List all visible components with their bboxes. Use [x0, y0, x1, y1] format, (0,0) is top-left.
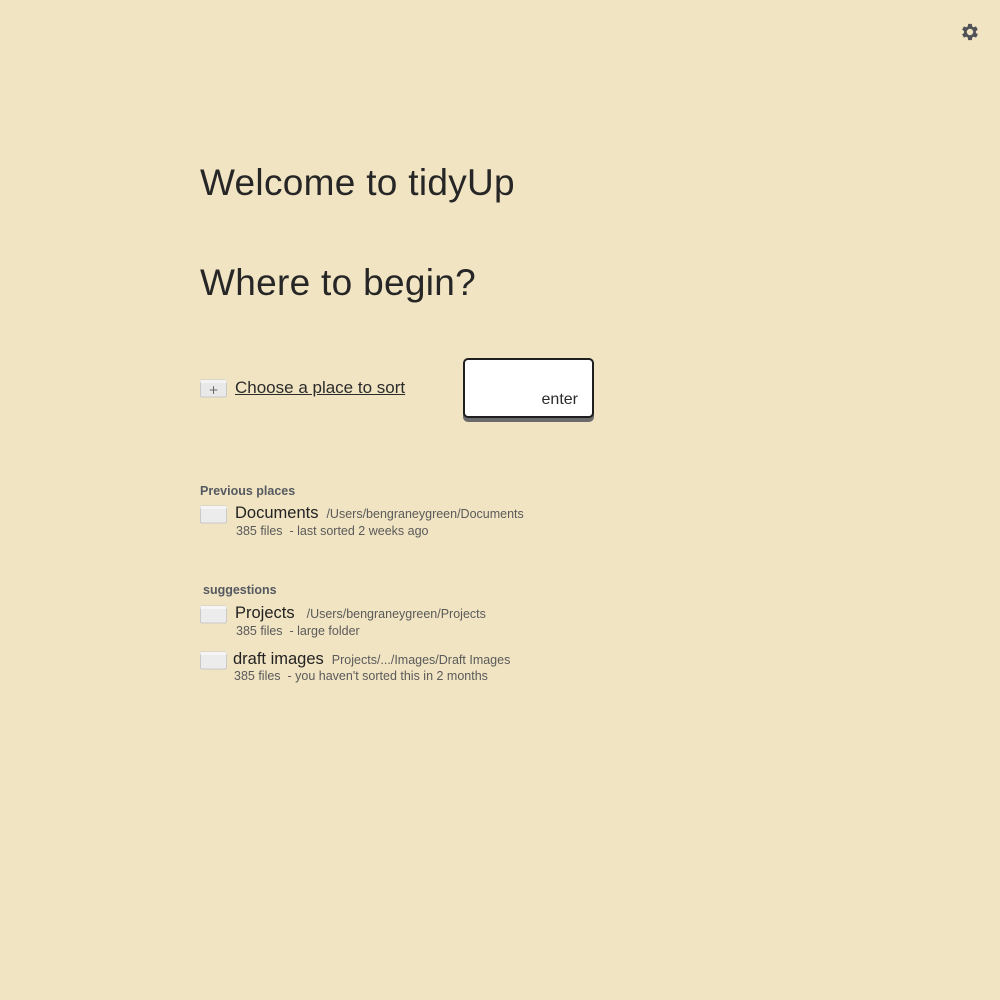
enter-button[interactable]: enter: [463, 358, 594, 418]
place-name: Documents: [235, 504, 319, 522]
place-path: /Users/bengraneygreen/Documents: [326, 507, 524, 521]
choose-place-link[interactable]: + Choose a place to sort: [200, 377, 405, 399]
folder-plus-icon: +: [200, 379, 227, 398]
enter-label: enter: [541, 391, 578, 408]
place-note: - large folder: [289, 624, 360, 638]
file-count: 385 files: [236, 524, 283, 538]
gear-icon[interactable]: [959, 21, 981, 43]
place-path: /Users/bengraneygreen/Projects: [306, 607, 486, 621]
choose-place-label[interactable]: Choose a place to sort: [235, 378, 405, 398]
file-count: 385 files: [236, 624, 283, 638]
folder-icon: [200, 604, 227, 624]
place-name: draft images: [233, 650, 324, 668]
file-count: 385 files: [234, 669, 281, 683]
place-note: - you haven't sorted this in 2 months: [287, 669, 488, 683]
previous-places-heading: Previous places: [200, 484, 296, 498]
folder-icon: [200, 504, 227, 524]
suggestions-heading: suggestions: [203, 583, 277, 597]
place-note: - last sorted 2 weeks ago: [289, 524, 429, 538]
folder-icon: [200, 650, 227, 670]
welcome-title: Welcome to tidyUp: [200, 162, 515, 203]
place-name: Projects: [235, 604, 295, 622]
svg-text:+: +: [208, 383, 218, 397]
begin-prompt: Where to begin?: [200, 262, 477, 303]
place-path: Projects/.../Images/Draft Images: [331, 653, 511, 667]
